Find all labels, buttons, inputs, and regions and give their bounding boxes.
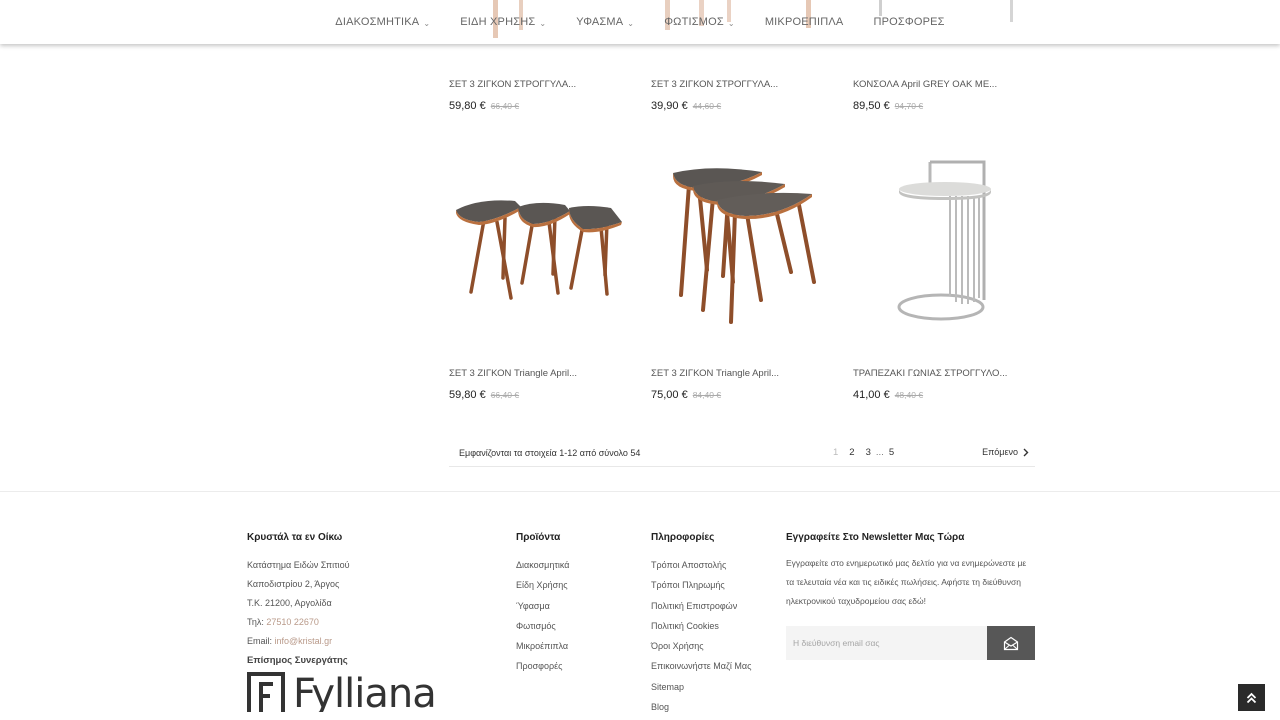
partner-logo[interactable]: Fylliana bbox=[247, 672, 436, 712]
product-old-price: 66,40 € bbox=[490, 101, 520, 111]
nav-item-label: ΕΙΔΗ ΧΡΗΣΗΣ bbox=[460, 16, 536, 28]
page-link-current: 1 bbox=[833, 447, 839, 458]
footer-info-column: Πληροφορίες Τρόποι Αποστολής Τρόποι Πληρ… bbox=[651, 532, 751, 720]
back-to-top-button[interactable] bbox=[1238, 684, 1265, 711]
product-image[interactable] bbox=[449, 150, 634, 340]
page-links: 1 2 3 ... 5 bbox=[833, 447, 894, 458]
product-price: 39,90 € bbox=[651, 100, 688, 112]
footer-link[interactable]: Φωτισμός bbox=[516, 621, 570, 641]
product-name[interactable]: ΣΕΤ 3 ΖΙΓΚΟΝ ΣΤΡΟΓΓΥΛΑ... bbox=[651, 79, 836, 90]
product-name[interactable]: ΤΡΑΠΕΖΑΚΙ ΓΩΝΙΑΣ ΣΤΡΟΓΓΥΛΟ... bbox=[853, 368, 1038, 379]
product-name[interactable]: ΣΕΤ 3 ΖΙΓΚΟΝ Triangle April... bbox=[449, 368, 634, 379]
nav-item-label: ΜΙΚΡΟΕΠΙΠΛΑ bbox=[764, 16, 844, 28]
store-email: Email: info@kristal.gr bbox=[247, 636, 436, 655]
nav-item-label: ΠΡΟΣΦΟΡΕΣ bbox=[873, 16, 945, 28]
footer-link[interactable]: Sitemap bbox=[651, 682, 751, 702]
page-link[interactable]: 2 bbox=[849, 447, 854, 458]
footer-link[interactable]: Μικροέπιπλα bbox=[516, 641, 570, 661]
footer-link[interactable]: Διακοσμητικά bbox=[516, 560, 570, 580]
product-card[interactable]: ΚΟΝΣΟΛΑ April GREY OAK ΜΕ... 89,50 € 94,… bbox=[853, 79, 1038, 112]
product-card[interactable]: ΣΕΤ 3 ΖΙΓΚΟΝ ΣΤΡΟΓΓΥΛΑ... 39,90 € 44,60 … bbox=[651, 79, 836, 112]
nav-item-prosfores[interactable]: ΠΡΟΣΦΟΡΕΣ bbox=[858, 16, 959, 28]
product-name[interactable]: ΚΟΝΣΟΛΑ April GREY OAK ΜΕ... bbox=[853, 79, 1038, 90]
page-link[interactable]: 3 bbox=[866, 447, 871, 458]
product-old-price: 84,40 € bbox=[692, 390, 722, 400]
footer-link[interactable]: Πολιτική Cookies bbox=[651, 621, 751, 641]
product-old-price: 66,40 € bbox=[490, 390, 520, 400]
product-price: 75,00 € bbox=[651, 389, 688, 401]
chevron-down-icon: ⌄ bbox=[539, 18, 547, 28]
phone-label: Τηλ: bbox=[247, 617, 264, 627]
newsletter-form bbox=[786, 626, 1035, 660]
envelope-icon bbox=[1003, 636, 1019, 650]
footer-divider bbox=[0, 491, 1280, 492]
pagination-bar: Εμφανίζονται τα στοιχεία 1-12 από σύνολο… bbox=[449, 443, 1035, 467]
product-card[interactable]: ΣΕΤ 3 ΖΙΓΚΟΝ Triangle April... 59,80 € 6… bbox=[449, 150, 634, 401]
nav-item-diakosmitika[interactable]: ΔΙΑΚΟΣΜΗΤΙΚΑ ⌄ bbox=[320, 16, 445, 28]
product-card[interactable]: ΣΕΤ 3 ΖΙΓΚΟΝ ΣΤΡΟΓΓΥΛΑ... 59,80 € 66,40 … bbox=[449, 79, 634, 112]
footer-link[interactable]: Τρόποι Πληρωμής bbox=[651, 580, 751, 600]
nav-item-label: ΥΦΑΣΜΑ bbox=[576, 16, 624, 28]
email-link[interactable]: info@kristal.gr bbox=[275, 636, 333, 646]
store-postcode: Τ.Κ. 21200, Αργολίδα bbox=[247, 598, 332, 608]
chevron-down-icon: ⌄ bbox=[727, 18, 735, 28]
footer-newsletter: Εγγραφείτε Στο Newsletter Μας Τώρα Εγγρα… bbox=[786, 532, 1036, 611]
results-summary: Εμφανίζονται τα στοιχεία 1-12 από σύνολο… bbox=[459, 448, 641, 458]
newsletter-submit-button[interactable] bbox=[987, 626, 1035, 660]
nav-item-mikroepipla[interactable]: ΜΙΚΡΟΕΠΙΠΛΑ bbox=[750, 16, 859, 28]
footer-link[interactable]: Επικοινωνήστε Μαζί Μας bbox=[651, 661, 751, 681]
partner-logo-text: Fylliana bbox=[293, 672, 436, 712]
product-card[interactable]: ΤΡΑΠΕΖΑΚΙ ΓΩΝΙΑΣ ΣΤΡΟΓΓΥΛΟ... 41,00 € 48… bbox=[853, 150, 1038, 401]
product-image[interactable] bbox=[853, 150, 1038, 340]
footer-link[interactable]: Είδη Χρήσης bbox=[516, 580, 570, 600]
store-address: Καποδιστρίου 2, Άργος bbox=[247, 579, 340, 589]
next-page-button[interactable]: Επόμενο bbox=[982, 447, 1029, 457]
footer-link[interactable]: Προσφορές bbox=[516, 661, 570, 681]
top-navigation-bar: ΔΙΑΚΟΣΜΗΤΙΚΑ ⌄ ΕΙΔΗ ΧΡΗΣΗΣ ⌄ ΥΦΑΣΜΑ ⌄ ΦΩ… bbox=[0, 0, 1280, 44]
double-chevron-up-icon bbox=[1246, 692, 1257, 703]
product-price: 59,80 € bbox=[449, 100, 486, 112]
footer-link[interactable]: Τρόποι Αποστολής bbox=[651, 560, 751, 580]
nav-item-label: ΦΩΤΙΣΜΟΣ bbox=[664, 16, 724, 28]
product-price: 59,80 € bbox=[449, 389, 486, 401]
nav-item-fotismos[interactable]: ΦΩΤΙΣΜΟΣ ⌄ bbox=[649, 16, 750, 28]
footer-link[interactable]: Blog bbox=[651, 702, 751, 720]
newsletter-text: Εγγραφείτε στο ενημερωτικό μας δελτίο γι… bbox=[786, 558, 1027, 606]
nav-item-label: ΔΙΑΚΟΣΜΗΤΙΚΑ bbox=[335, 16, 420, 28]
product-price: 89,50 € bbox=[853, 100, 890, 112]
store-line: Κατάστημα Ειδών Σπιτιού bbox=[247, 560, 350, 570]
chevron-right-icon bbox=[1023, 448, 1029, 456]
footer-products-column: Προϊόντα Διακοσμητικά Είδη Χρήσης Ύφασμα… bbox=[516, 532, 570, 682]
product-card[interactable]: ΣΕΤ 3 ΖΙΓΚΟΝ Triangle April... 75,00 € 8… bbox=[651, 150, 836, 401]
chevron-down-icon: ⌄ bbox=[423, 18, 431, 28]
product-old-price: 48,40 € bbox=[894, 390, 924, 400]
product-name[interactable]: ΣΕΤ 3 ΖΙΓΚΟΝ ΣΤΡΟΓΓΥΛΑ... bbox=[449, 79, 634, 90]
product-image[interactable] bbox=[651, 150, 836, 340]
page-link[interactable]: 5 bbox=[889, 447, 894, 458]
partner-title: Επίσημος Συνεργάτης bbox=[247, 655, 348, 666]
product-old-price: 44,60 € bbox=[692, 101, 722, 111]
store-phone: Τηλ: 27510 22670 bbox=[247, 617, 436, 636]
newsletter-title: Εγγραφείτε Στο Newsletter Μας Τώρα bbox=[786, 532, 965, 543]
footer-store-info: Κρυστάλ τα εν Οίκω Κατάστημα Ειδών Σπιτι… bbox=[247, 532, 436, 712]
product-name[interactable]: ΣΕΤ 3 ΖΙΓΚΟΝ Triangle April... bbox=[651, 368, 836, 379]
footer-info-title: Πληροφορίες bbox=[651, 532, 715, 543]
newsletter-email-input[interactable] bbox=[786, 626, 987, 660]
footer-products-title: Προϊόντα bbox=[516, 532, 561, 543]
page-ellipsis: ... bbox=[875, 447, 884, 458]
nav-item-yfasma[interactable]: ΥΦΑΣΜΑ ⌄ bbox=[561, 16, 649, 28]
footer-link[interactable]: Όροι Χρήσης bbox=[651, 641, 751, 661]
product-old-price: 94,70 € bbox=[894, 101, 924, 111]
footer-link[interactable]: Πολιτική Επιστροφών bbox=[651, 601, 751, 621]
product-price: 41,00 € bbox=[853, 389, 890, 401]
chevron-down-icon: ⌄ bbox=[627, 18, 635, 28]
next-page-label: Επόμενο bbox=[982, 447, 1018, 457]
phone-link[interactable]: 27510 22670 bbox=[266, 617, 319, 627]
fylliana-logo-mark bbox=[247, 672, 285, 712]
store-title: Κρυστάλ τα εν Οίκω bbox=[247, 532, 343, 543]
nav-item-eidi-xrisis[interactable]: ΕΙΔΗ ΧΡΗΣΗΣ ⌄ bbox=[445, 16, 561, 28]
footer-link[interactable]: Ύφασμα bbox=[516, 601, 570, 621]
email-label: Email: bbox=[247, 636, 273, 646]
